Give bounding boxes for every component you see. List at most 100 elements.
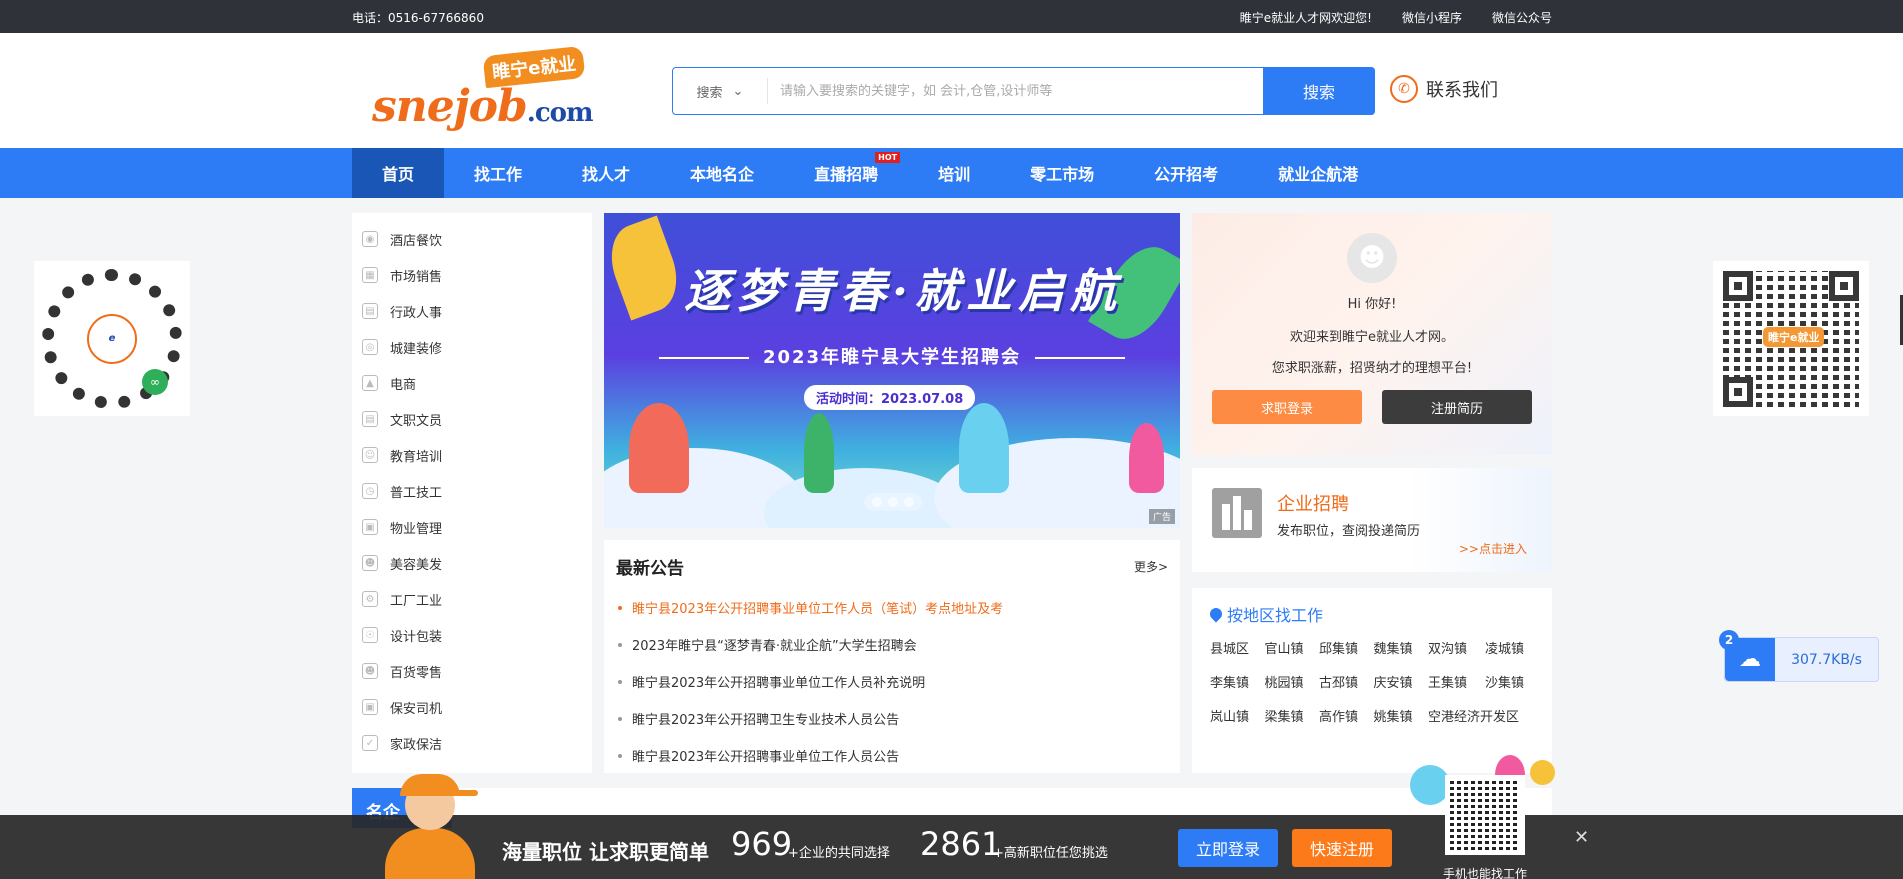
chevron-down-icon: ⌄ [732, 83, 744, 99]
register-resume-button[interactable]: 注册简历 [1382, 390, 1532, 424]
category-admin[interactable]: ▤ 行政人事 [352, 293, 592, 329]
notice-item[interactable]: 睢宁县2023年公开招聘事业单位工作人员公告 [616, 737, 1168, 774]
nav-gig-market[interactable]: 零工市场 [1000, 148, 1124, 198]
banner-title: 逐梦青春·就业启航 [684, 264, 1123, 318]
category-factory[interactable]: ⚙ 工厂工业 [352, 581, 592, 617]
nav-find-job[interactable]: 找工作 [444, 148, 552, 198]
enterprise-desc: 发布职位，查阅投递简历 [1277, 524, 1421, 539]
region-link[interactable]: 双沟镇 [1428, 638, 1477, 657]
people-icon: ☺ [362, 447, 378, 463]
notice-item[interactable]: 睢宁县2023年公开招聘事业单位工作人员补充说明 [616, 663, 1168, 700]
banner-date: 活动时间：2023.07.08 [804, 385, 976, 410]
user-greeting: Hi 你好! [1347, 297, 1397, 312]
nav-live-recruit[interactable]: 直播招聘 HOT [784, 148, 908, 198]
job-category-list: ◉ 酒店餐饮 ▦ 市场销售 ▤ 行政人事 ◎ 城建装修 ▲ 电商 ▤ 文职文员 ☺ 教育培训 … [352, 213, 592, 773]
category-construction[interactable]: ◎ 城建装修 [352, 329, 592, 365]
region-link[interactable]: 古邳镇 [1319, 672, 1366, 691]
nav-home[interactable]: 首页 [352, 148, 445, 198]
category-security[interactable]: ▣ 保安司机 [352, 689, 592, 725]
region-link[interactable]: 县城区 [1210, 638, 1257, 657]
wechat-account-link[interactable]: 微信公众号 [1492, 9, 1552, 26]
speed-value: 307.7KB/s [1791, 651, 1862, 668]
category-property[interactable]: ▣ 物业管理 [352, 509, 592, 545]
document-icon: ▤ [362, 411, 378, 427]
hot-badge: HOT [875, 152, 901, 163]
region-link[interactable]: 高作镇 [1319, 706, 1366, 725]
nav-find-talent[interactable]: 找人才 [552, 148, 660, 198]
region-link[interactable]: 空港经济开发区 [1428, 710, 1519, 725]
notice-item[interactable]: 睢宁县2023年公开招聘事业单位工作人员（笔试）考点地址及考 [616, 589, 1168, 626]
notice-item[interactable]: 睢宁县2023年公开招聘卫生专业技术人员公告 [616, 700, 1168, 737]
category-ecommerce[interactable]: ▲ 电商 [352, 365, 592, 401]
region-job-finder: 按地区找工作 县城区 官山镇 邱集镇 魏集镇 双沟镇 凌城镇 李集镇 桃园镇 古… [1192, 588, 1552, 773]
check-circle-icon: ✓ [362, 735, 378, 751]
region-link[interactable]: 魏集镇 [1374, 638, 1421, 657]
category-clerk[interactable]: ▤ 文职文员 [352, 401, 592, 437]
company-count: 969 [731, 825, 793, 863]
carousel-dots[interactable] [864, 493, 922, 511]
car-icon: ▣ [362, 519, 378, 535]
category-housekeeping[interactable]: ✓ 家政保洁 [352, 725, 592, 761]
nav-enterprise-harbor[interactable]: 就业企航港 [1248, 148, 1388, 198]
qr-logo-icon: e [87, 313, 137, 364]
globe-icon: ◎ [362, 339, 378, 355]
search-button[interactable]: 搜索 [1263, 67, 1375, 115]
category-education[interactable]: ☺ 教育培训 [352, 437, 592, 473]
category-hotel[interactable]: ◉ 酒店餐饮 [352, 221, 592, 257]
avatar: ☻ [1347, 233, 1397, 283]
mini-program-link[interactable]: 微信小程序 [1402, 9, 1462, 26]
login-now-button[interactable]: 立即登录 [1178, 829, 1278, 867]
region-link[interactable]: 邱集镇 [1319, 638, 1366, 657]
job-seeker-login-button[interactable]: 求职登录 [1212, 390, 1362, 424]
search-type-select[interactable]: 搜索 ⌄ [673, 78, 768, 104]
notice-item[interactable]: 2023年睢宁县“逐梦青春·就业企航”大学生招聘会 [616, 626, 1168, 663]
nav-training[interactable]: 培训 [908, 148, 1000, 198]
region-title: 按地区找工作 [1207, 602, 1534, 626]
region-link[interactable]: 桃园镇 [1265, 672, 1312, 691]
region-link[interactable]: 官山镇 [1265, 638, 1312, 657]
nav-public-exam[interactable]: 公开招考 [1124, 148, 1248, 198]
region-link[interactable]: 沙集镇 [1485, 672, 1534, 691]
mini-program-code-icon: e ∞ [42, 268, 182, 409]
company-count-label: +企业的共同选择 [788, 846, 890, 861]
close-icon[interactable]: ✕ [1574, 827, 1589, 848]
category-design[interactable]: ☉ 设计包装 [352, 617, 592, 653]
quick-register-button[interactable]: 快速注册 [1292, 829, 1392, 867]
building-icon: ▦ [362, 267, 378, 283]
mascot-illustration [370, 768, 490, 879]
ad-tag: 广告 [1148, 509, 1175, 524]
enterprise-recruit-card[interactable]: 企业招聘 发布职位，查阅投递简历 >>点击进入 [1192, 468, 1552, 572]
nav-local-companies[interactable]: 本地名企 [660, 148, 784, 198]
graduation-icon: ▲ [362, 375, 378, 391]
contact-us-link[interactable]: ✆ 联系我们 [1390, 75, 1498, 103]
bottom-slogan: 海量职位 让求职更简单 [502, 840, 709, 864]
search-input[interactable] [768, 68, 1263, 114]
app-qr-code-icon [1445, 775, 1525, 855]
slogan-text: 您求职涨薪，招贤纳才的理想平台! [1271, 361, 1473, 376]
top-bar: 电话：0516-67766860 睢宁e就业人才网欢迎您! 微信小程序 微信公众… [0, 0, 1903, 33]
region-link[interactable]: 李集镇 [1210, 672, 1257, 691]
category-sales[interactable]: ▦ 市场销售 [352, 257, 592, 293]
promo-banner[interactable]: 逐梦青春·就业启航 2023年睢宁县大学生招聘会 活动时间：2023.07.08… [604, 213, 1180, 528]
latest-notices: 最新公告 更多> 睢宁县2023年公开招聘事业单位工作人员（笔试）考点地址及考 … [604, 540, 1180, 773]
category-worker[interactable]: ◷ 普工技工 [352, 473, 592, 509]
site-logo[interactable]: 睢宁e就业 snejob.com [372, 45, 617, 132]
contact-label: 联系我们 [1426, 80, 1498, 101]
job-count: 2861 [920, 825, 1002, 863]
region-link[interactable]: 岚山镇 [1210, 706, 1257, 725]
region-link[interactable]: 梁集镇 [1265, 706, 1312, 725]
region-link[interactable]: 庆安镇 [1374, 672, 1421, 691]
region-link[interactable]: 凌城镇 [1485, 638, 1534, 657]
region-link[interactable]: 姚集镇 [1374, 706, 1421, 725]
region-link[interactable]: 王集镇 [1428, 672, 1477, 691]
banner-subtitle: 2023年睢宁县大学生招聘会 [604, 343, 1180, 369]
notices-more-link[interactable]: 更多> [1134, 558, 1168, 575]
phone-icon: ✆ [1390, 75, 1418, 103]
welcome-text: 欢迎来到睢宁e就业人才网。 [1290, 330, 1454, 345]
category-retail[interactable]: ☻ 百货零售 [352, 653, 592, 689]
category-beauty[interactable]: ☻ 美容美发 [352, 545, 592, 581]
welcome-link[interactable]: 睢宁e就业人才网欢迎您! [1240, 9, 1372, 26]
enterprise-enter-link[interactable]: >>点击进入 [1459, 540, 1527, 557]
phone-number: 电话：0516-67766860 [352, 11, 484, 25]
network-speed-widget[interactable]: 2 ☁ 307.7KB/s [1719, 630, 1879, 682]
